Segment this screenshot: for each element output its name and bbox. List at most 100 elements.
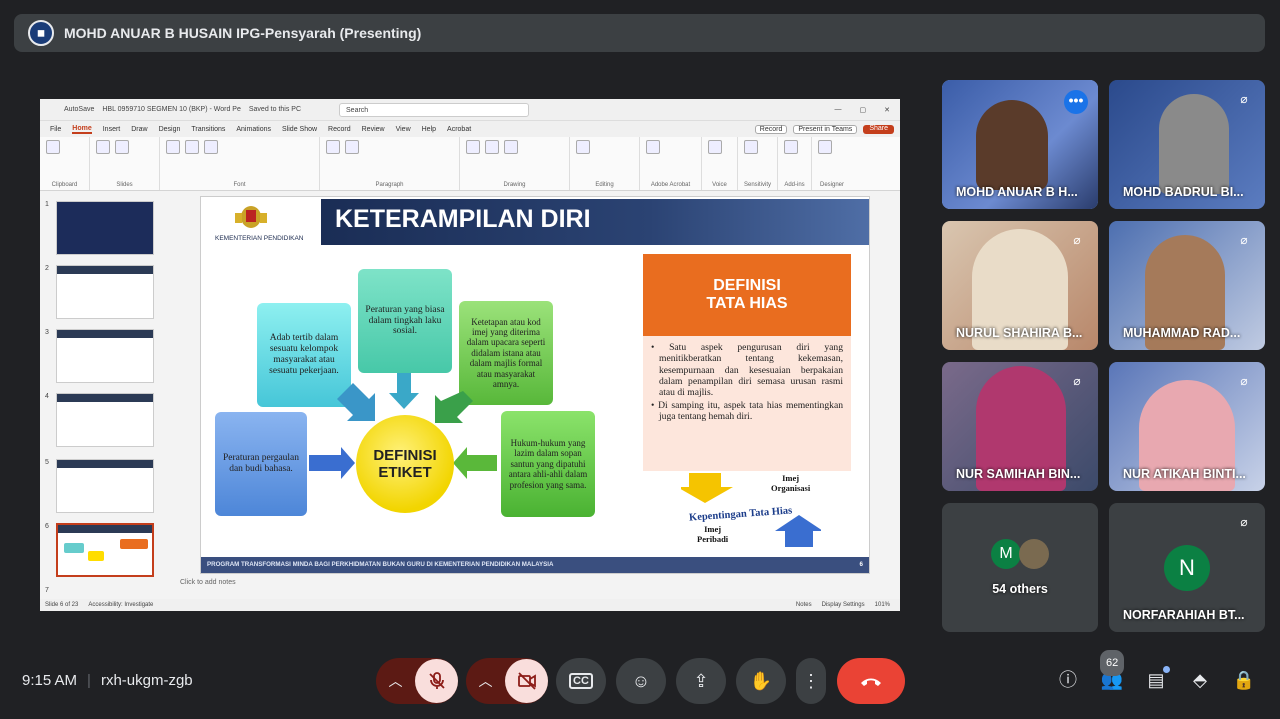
participant-name: MOHD BADRUL BI... <box>1123 185 1244 199</box>
menu-home[interactable]: Home <box>72 125 92 134</box>
host-controls-icon[interactable]: 🔒 <box>1232 668 1256 692</box>
slide-thumb[interactable] <box>56 201 154 255</box>
participant-tile[interactable]: ⌀ MUHAMMAD RAD... <box>1109 221 1265 350</box>
more-options-icon[interactable]: ••• <box>1064 90 1088 114</box>
slide-footer: PROGRAM TRANSFORMASI MINDA BAGI PERKHIDM… <box>201 557 869 573</box>
avatar: M <box>991 539 1021 569</box>
captions-button[interactable]: CC <box>556 658 606 704</box>
ppt-menu-bar: File Home Insert Draw Design Transitions… <box>40 121 900 137</box>
participant-name: NORFARAHIAH BT... <box>1123 608 1245 622</box>
activities-icon[interactable]: ⬘ <box>1188 668 1212 692</box>
participant-tile[interactable]: ••• MOHD ANUAR B H... <box>942 80 1098 209</box>
menu-slideshow[interactable]: Slide Show <box>282 126 317 133</box>
participant-tile[interactable]: ⌀ NUR ATIKAH BINTI... <box>1109 362 1265 491</box>
present-button[interactable]: ⇪ <box>676 658 726 704</box>
ribbon-group-editing[interactable]: Editing <box>570 137 640 190</box>
participant-tile[interactable]: ⌀ NURUL SHAHIRA B... <box>942 221 1098 350</box>
ribbon-group-voice[interactable]: Voice <box>702 137 738 190</box>
slide-canvas: KEMENTERIAN PENDIDIKAN KETERAMPILAN DIRI… <box>200 196 870 574</box>
reactions-button[interactable]: ☺ <box>616 658 666 704</box>
participant-tile[interactable]: N ⌀ NORFARAHIAH BT... <box>1109 503 1265 632</box>
menu-review[interactable]: Review <box>362 126 385 133</box>
more-options-button[interactable]: ⋮ <box>796 658 826 704</box>
leave-call-button[interactable] <box>837 658 905 704</box>
autosave-label[interactable]: AutoSave <box>64 106 94 113</box>
chat-icon[interactable]: ▤ <box>1144 666 1170 692</box>
meeting-info: 9:15 AM | rxh-ukgm-zgb <box>22 672 193 689</box>
clock: 9:15 AM <box>22 672 78 689</box>
menu-view[interactable]: View <box>396 126 411 133</box>
participant-tile[interactable]: ⌀ MOHD BADRUL BI... <box>1109 80 1265 209</box>
meeting-code[interactable]: rxh-ukgm-zgb <box>101 672 193 689</box>
definition-header: DEFINISI TATA HIAS <box>643 254 851 336</box>
others-tile[interactable]: M 54 others <box>942 503 1098 632</box>
slide-thumbnails: 1 2 3 4 5 6 7 <box>40 193 170 599</box>
record-button[interactable]: Record <box>754 124 788 134</box>
camera-control[interactable]: ︿ <box>466 658 548 704</box>
menu-help[interactable]: Help <box>422 126 436 133</box>
ribbon-group-drawing[interactable]: Drawing <box>460 137 570 190</box>
share-button[interactable]: Share <box>863 124 894 134</box>
notes-placeholder[interactable]: Click to add notes <box>180 579 236 586</box>
raise-hand-button[interactable]: ✋ <box>736 658 786 704</box>
participant-video <box>976 100 1048 190</box>
people-icon[interactable]: 62 👥 <box>1100 650 1125 692</box>
search-input[interactable]: Search <box>339 102 530 117</box>
menu-record[interactable]: Record <box>328 126 351 133</box>
menu-draw[interactable]: Draw <box>131 126 147 133</box>
menu-design[interactable]: Design <box>159 126 181 133</box>
hand-icon: ✋ <box>749 670 773 691</box>
ribbon-group-slides[interactable]: Slides <box>90 137 160 190</box>
more-vert-icon: ⋮ <box>802 670 820 691</box>
participant-tile[interactable]: ⌀ NUR SAMIHAH BIN... <box>942 362 1098 491</box>
definition-body: • Satu aspek pengurusan diri yang meniti… <box>643 336 851 471</box>
present-teams-button[interactable]: Present in Teams <box>793 124 858 134</box>
slide-thumb[interactable] <box>56 393 154 447</box>
ribbon-group-acrobat[interactable]: Adobe Acrobat <box>640 137 702 190</box>
shared-screen: AutoSave HBL 0959710 SEGMEN 10 (BKP) - W… <box>40 99 900 611</box>
restore-icon[interactable]: ▢ <box>860 106 867 114</box>
doc-title: HBL 0959710 SEGMEN 10 (BKP) - Word Pe <box>102 106 241 113</box>
imej-organisasi: Imej Organisasi <box>771 473 811 493</box>
ribbon-group-sensitivity[interactable]: Sensitivity <box>738 137 778 190</box>
mic-control[interactable]: ︿ <box>376 658 458 704</box>
minimize-icon[interactable]: — <box>835 106 842 114</box>
camera-off-icon[interactable] <box>505 659 548 703</box>
ribbon-group-addins[interactable]: Add-ins <box>778 137 812 190</box>
mic-off-icon[interactable] <box>415 659 458 703</box>
ribbon-group-designer[interactable]: Designer <box>812 137 852 190</box>
captions-icon: CC <box>569 673 593 689</box>
slide-thumb[interactable] <box>56 329 154 383</box>
mic-off-icon: ⌀ <box>1240 92 1248 106</box>
notes-toggle[interactable]: Notes <box>796 602 812 608</box>
menu-file[interactable]: File <box>50 126 61 133</box>
ribbon-group-paragraph[interactable]: Paragraph <box>320 137 460 190</box>
presenter-bar: ◼ MOHD ANUAR B HUSAIN IPG-Pensyarah (Pre… <box>14 14 1265 52</box>
close-icon[interactable]: ✕ <box>884 106 890 114</box>
mic-off-icon: ⌀ <box>1073 233 1081 247</box>
chevron-up-icon[interactable]: ︿ <box>466 671 505 691</box>
ribbon-group-clipboard[interactable]: Clipboard <box>40 137 90 190</box>
participant-video <box>1159 94 1229 194</box>
slide-thumb[interactable] <box>56 265 154 319</box>
ribbon-group-font[interactable]: Font <box>160 137 320 190</box>
participant-name: MUHAMMAD RAD... <box>1123 326 1241 340</box>
slide-thumb[interactable] <box>56 459 154 513</box>
display-settings[interactable]: Display Settings <box>822 602 865 608</box>
center-circle: DEFINISI ETIKET <box>356 415 454 513</box>
imej-peribadi: Imej Peribadi <box>697 524 729 544</box>
status-slide-count: Slide 6 of 23 <box>45 602 79 608</box>
slide-thumb-selected[interactable] <box>56 523 154 577</box>
chevron-up-icon[interactable]: ︿ <box>376 671 415 691</box>
participant-name: NURUL SHAHIRA B... <box>956 326 1083 340</box>
menu-transitions[interactable]: Transitions <box>191 126 225 133</box>
menu-animations[interactable]: Animations <box>236 126 271 133</box>
menu-acrobat[interactable]: Acrobat <box>447 126 471 133</box>
info-icon[interactable]: ⓘ <box>1056 668 1080 692</box>
menu-insert[interactable]: Insert <box>103 126 121 133</box>
presenter-avatar: ◼ <box>28 20 54 46</box>
zoom-level[interactable]: 101% <box>875 602 890 608</box>
avatar: N <box>1164 545 1210 591</box>
avatar <box>1019 539 1049 569</box>
status-accessibility[interactable]: Accessibility: Investigate <box>88 602 153 608</box>
